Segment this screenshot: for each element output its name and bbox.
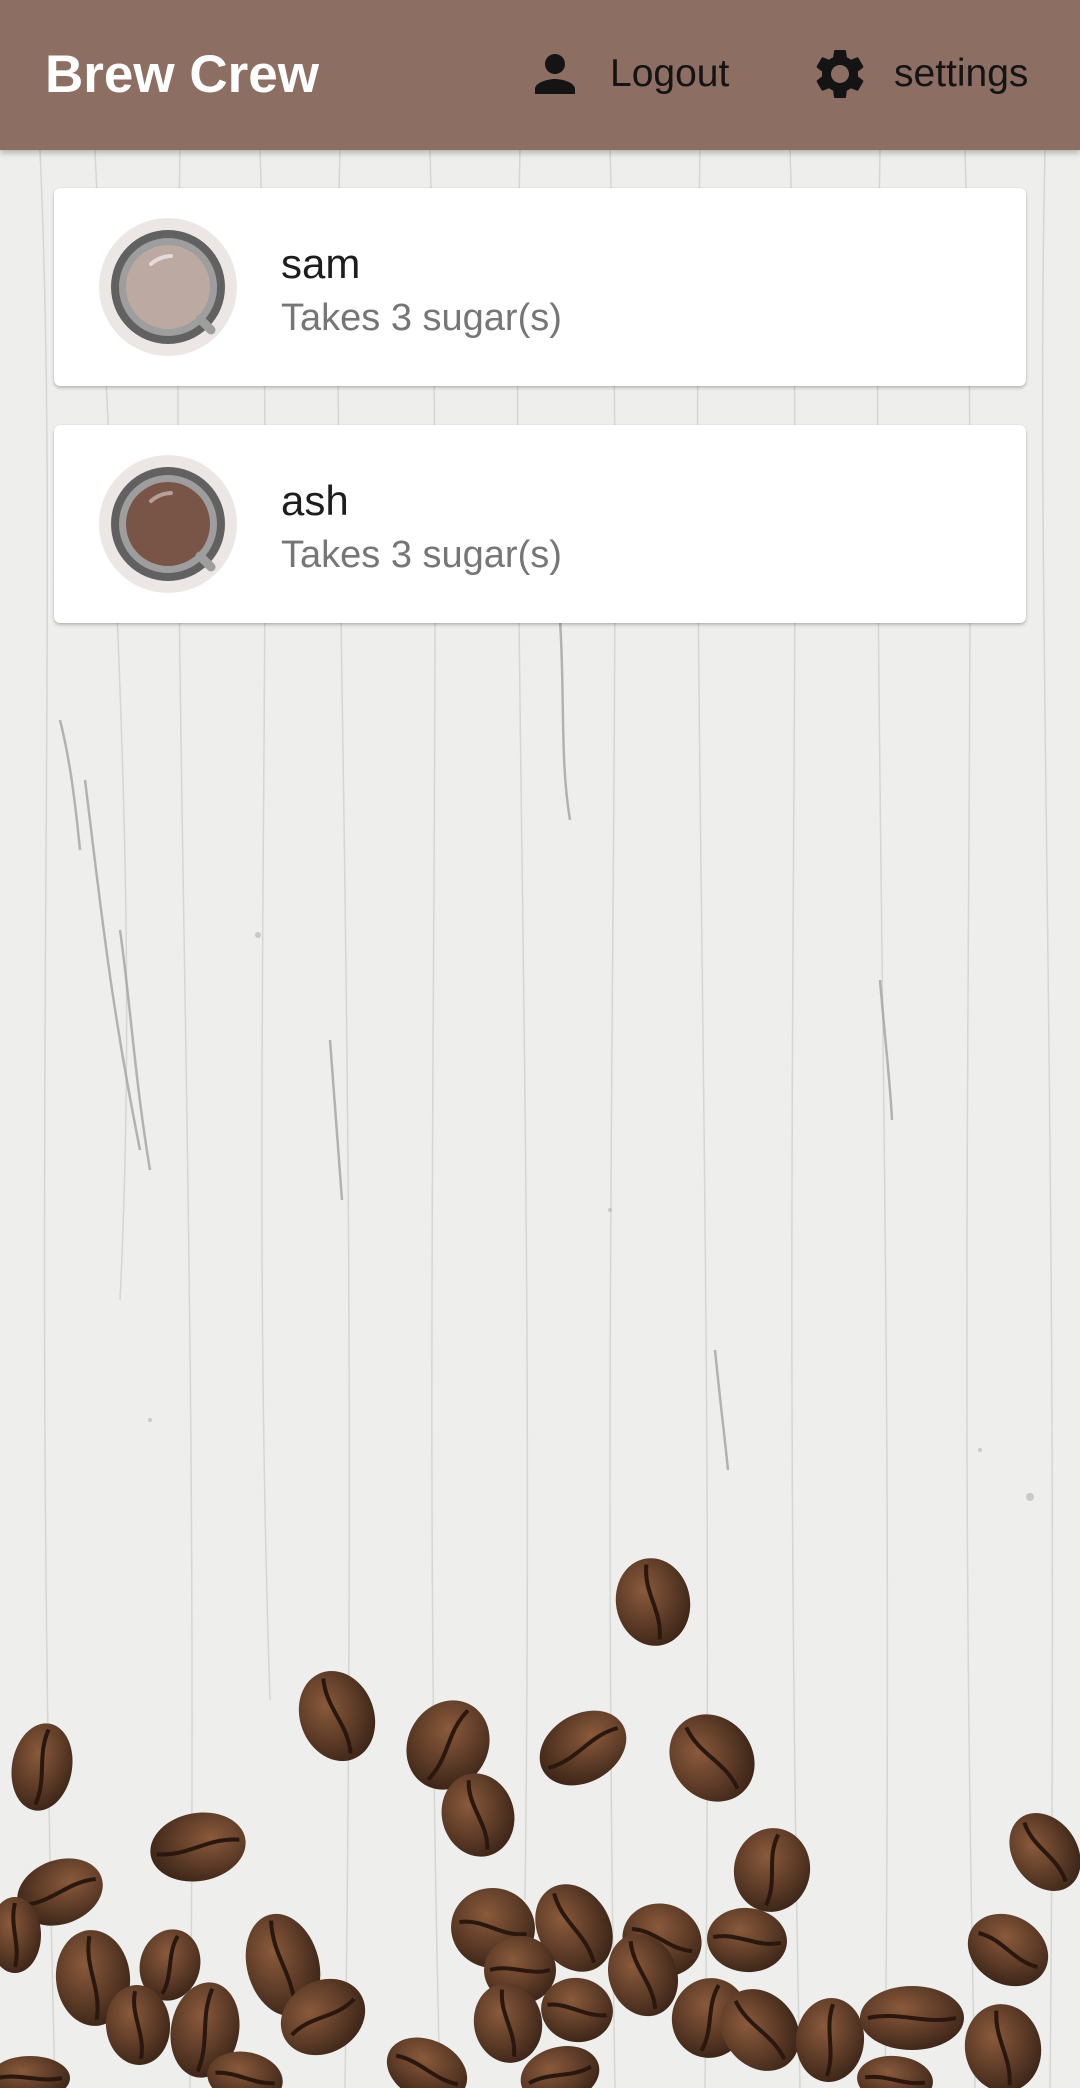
gear-icon xyxy=(810,44,870,104)
brew-sugars: Takes 3 sugar(s) xyxy=(281,534,562,576)
settings-button[interactable]: settings xyxy=(810,42,1028,106)
coffee-cup-icon xyxy=(99,218,237,356)
logout-label: Logout xyxy=(610,52,730,95)
settings-label: settings xyxy=(894,52,1029,95)
app-bar: Brew Crew Logout settings xyxy=(0,0,1080,150)
logout-button[interactable]: Logout xyxy=(525,42,729,106)
brew-card[interactable]: sam Takes 3 sugar(s) xyxy=(54,188,1026,386)
brew-card[interactable]: ash Takes 3 sugar(s) xyxy=(54,425,1026,623)
app-title: Brew Crew xyxy=(45,45,319,104)
person-icon xyxy=(525,44,585,104)
brew-name: ash xyxy=(281,477,349,524)
coffee-cup-icon xyxy=(99,455,237,593)
coffee-beans-decoration xyxy=(0,1558,1080,2088)
brew-name: sam xyxy=(281,240,361,287)
brew-sugars: Takes 3 sugar(s) xyxy=(281,297,562,339)
brew-list: sam Takes 3 sugar(s) ash Takes 3 sugar(s… xyxy=(54,188,1026,662)
